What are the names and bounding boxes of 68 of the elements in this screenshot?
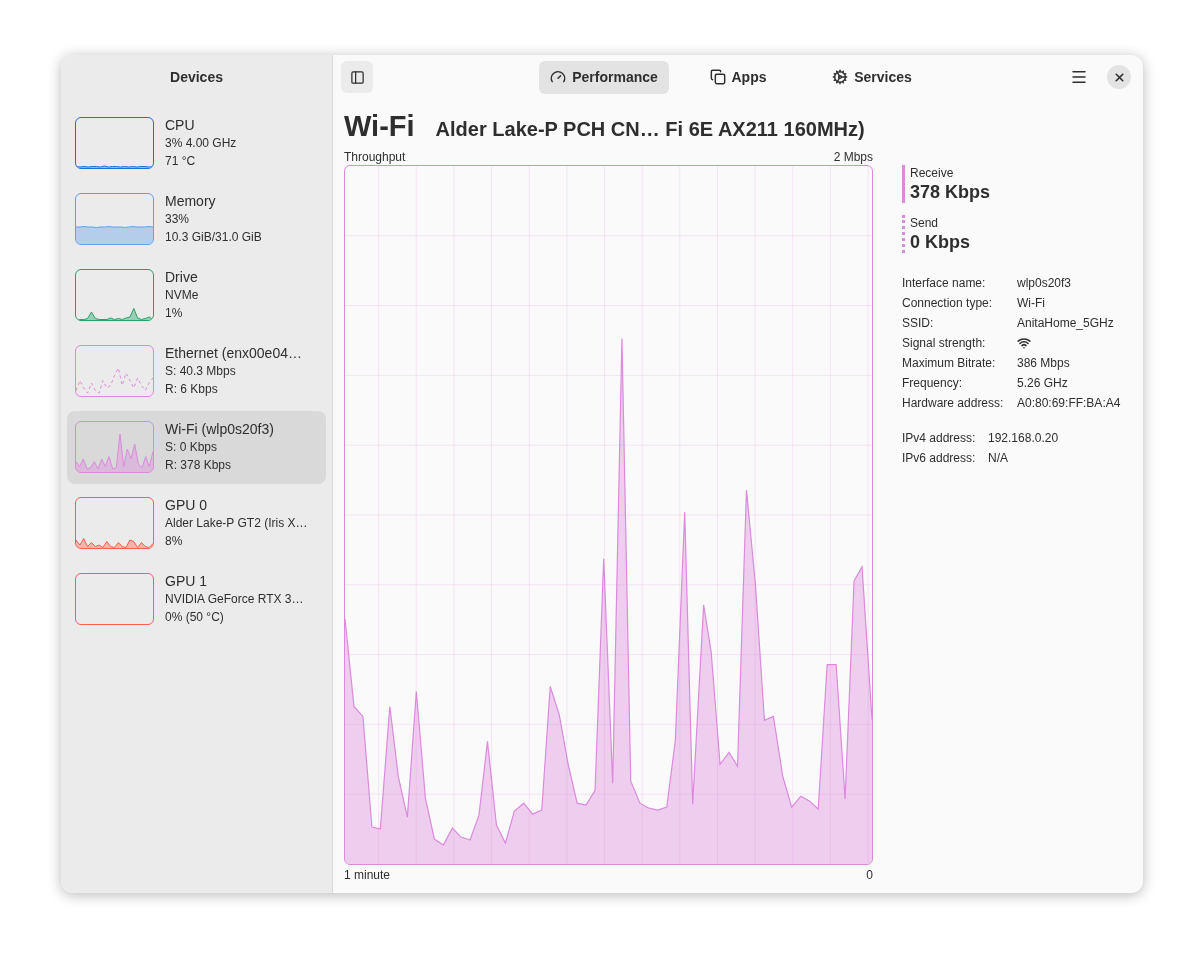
device-name: GPU 0	[165, 497, 208, 514]
info-value: 386 Mbps	[1017, 355, 1071, 372]
device-item[interactable]: CPU 3% 4.00 GHz 71 °C	[67, 107, 326, 180]
device-detail: 10.3 GiB/31.0 GiB	[165, 229, 262, 246]
device-detail: 3% 4.00 GHz	[165, 135, 237, 152]
device-item[interactable]: Ethernet (enx00e04… S: 40.3 Mbps R: 6 Kbps	[67, 335, 326, 408]
gauge-icon	[550, 69, 567, 85]
device-detail: 71 °C	[165, 153, 197, 170]
device-name: Drive	[165, 269, 199, 286]
device-detail: 33%	[165, 211, 191, 228]
device-detail: NVIDIA GeForce RTX 3…	[165, 591, 304, 608]
info-label: Connection type:	[902, 295, 994, 312]
device-detail: NVMe	[165, 287, 199, 304]
info-label: IPv4 address:	[902, 430, 977, 447]
device-detail: R: 6 Kbps	[165, 381, 219, 398]
stat-label: Send	[910, 215, 940, 231]
info-label: Signal strength:	[902, 335, 987, 352]
info-value: 192.168.0.20	[988, 430, 1060, 447]
device-name: Memory	[165, 193, 217, 210]
stat-value: 378 Kbps	[910, 181, 991, 203]
device-detail: S: 40.3 Mbps	[165, 363, 237, 380]
info-label: SSID:	[902, 315, 935, 332]
tab[interactable]: Performance	[539, 60, 669, 94]
device-name: GPU 1	[165, 573, 208, 590]
tab[interactable]: Services	[807, 60, 937, 94]
device-detail: R: 378 Kbps	[165, 457, 233, 474]
device-name: Ethernet (enx00e04…	[165, 345, 302, 362]
page-title: Wi-Fi	[344, 109, 415, 143]
device-item[interactable]: GPU 1 NVIDIA GeForce RTX 3… 0% (50 °C)	[67, 563, 326, 636]
sidebar-icon	[349, 69, 365, 85]
info-value: N/A	[988, 450, 1009, 467]
stat-label: Receive	[910, 165, 955, 181]
close-icon	[1112, 70, 1126, 84]
device-item[interactable]: Wi-Fi (wlp0s20f3) S: 0 Kbps R: 378 Kbps	[67, 411, 326, 484]
graph-end-label: 0	[866, 867, 873, 883]
stat-value: 0 Kbps	[910, 231, 970, 253]
device-detail: Alder Lake-P GT2 (Iris X…	[165, 515, 308, 532]
device-name: Wi-Fi (wlp0s20f3)	[165, 421, 274, 438]
device-item[interactable]: GPU 0 Alder Lake-P GT2 (Iris X… 8%	[67, 487, 326, 560]
overlapping-squares-icon	[709, 69, 726, 85]
info-value: A0:80:69:FF:BA:A4	[1017, 395, 1122, 412]
info-value: 5.26 GHz	[1017, 375, 1069, 392]
device-item[interactable]: Drive NVMe 1%	[67, 259, 326, 332]
info-label: Interface name:	[902, 275, 987, 292]
graph-start-label: 1 minute	[344, 867, 391, 883]
device-detail: 1%	[165, 305, 184, 322]
info-value: AnitaHome_5GHz	[1017, 315, 1115, 332]
close-button[interactable]	[1107, 65, 1131, 89]
device-detail: S: 0 Kbps	[165, 439, 219, 456]
tab[interactable]: Apps	[673, 60, 803, 94]
device-name: CPU	[165, 117, 196, 134]
gear-icon	[832, 69, 849, 85]
sidebar-title: Devices	[170, 67, 223, 87]
info-value: Wi-Fi	[1017, 295, 1046, 312]
info-label: Hardware address:	[902, 395, 1005, 412]
menu-icon	[1070, 68, 1088, 86]
device-item[interactable]: Memory 33% 10.3 GiB/31.0 GiB	[67, 183, 326, 256]
graph-title: Throughput	[344, 149, 406, 165]
graph-max-label: 2 Mbps	[833, 149, 873, 165]
device-detail: 8%	[165, 533, 184, 550]
device-model: Alder Lake-P PCH CN… Fi 6E AX211 160MHz)	[435, 117, 865, 142]
sidebar-toggle-button[interactable]	[341, 61, 373, 93]
info-label: Maximum Bitrate:	[902, 355, 997, 372]
device-detail: 0% (50 °C)	[165, 609, 225, 626]
info-label: Frequency:	[902, 375, 964, 392]
wifi-icon	[1017, 336, 1031, 350]
info-label: IPv6 address:	[902, 450, 977, 467]
info-value: wlp0s20f3	[1017, 275, 1073, 292]
